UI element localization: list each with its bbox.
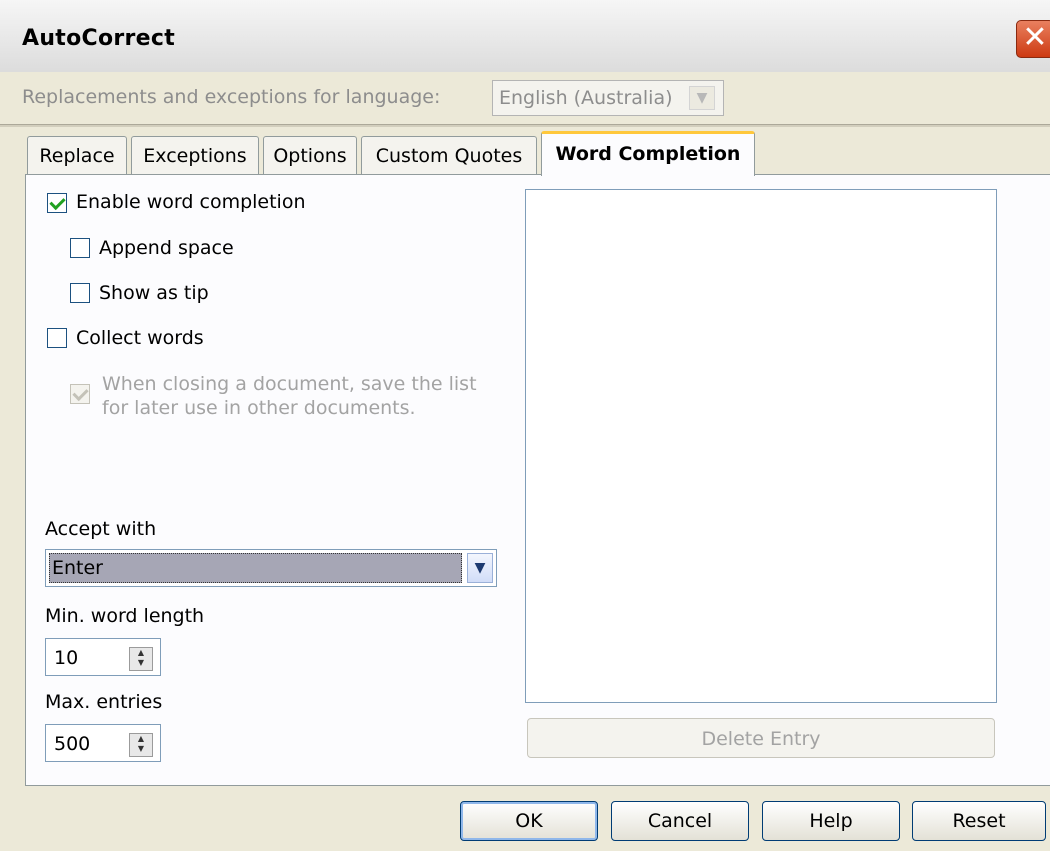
chevron-down-icon: ▼ bbox=[689, 86, 715, 110]
show-as-tip-label: Show as tip bbox=[99, 282, 209, 304]
reset-button[interactable]: Reset bbox=[912, 801, 1046, 841]
title-bar: AutoCorrect ✕ bbox=[0, 0, 1050, 73]
append-space-label: Append space bbox=[99, 237, 234, 259]
tab-exceptions[interactable]: Exceptions bbox=[131, 136, 259, 174]
tab-replace[interactable]: Replace bbox=[27, 136, 127, 174]
tab-custom-quotes[interactable]: Custom Quotes bbox=[361, 136, 537, 174]
dialog-title: AutoCorrect bbox=[22, 26, 176, 51]
accept-with-value: Enter bbox=[49, 553, 462, 583]
min-word-length-label: Min. word length bbox=[45, 605, 205, 627]
accept-with-label: Accept with bbox=[45, 518, 157, 540]
enable-word-completion-checkbox[interactable] bbox=[47, 193, 67, 213]
min-word-length-stepper[interactable]: 10 ▲ ▼ bbox=[45, 638, 161, 676]
ok-button[interactable]: OK bbox=[460, 801, 598, 841]
enable-word-completion-text: Enable word completion bbox=[76, 191, 306, 213]
tab-options[interactable]: Options bbox=[263, 136, 357, 174]
save-list-label-line2: for later use in other documents. bbox=[102, 397, 416, 419]
close-icon: ✕ bbox=[1022, 20, 1048, 55]
save-list-checkbox bbox=[70, 384, 90, 404]
tab-word-completion[interactable]: Word Completion bbox=[541, 131, 755, 176]
collect-words-checkbox[interactable] bbox=[47, 328, 67, 348]
close-button[interactable]: ✕ bbox=[1016, 20, 1050, 58]
max-entries-value: 500 bbox=[54, 733, 91, 755]
cancel-button[interactable]: Cancel bbox=[611, 801, 749, 841]
language-value: English (Australia) bbox=[499, 87, 673, 109]
enable-word-completion-label: Enable word completion bbox=[76, 191, 306, 213]
min-word-length-value: 10 bbox=[54, 647, 79, 669]
help-button[interactable]: Help bbox=[762, 801, 900, 841]
separator bbox=[0, 124, 1050, 127]
delete-entry-button: Delete Entry bbox=[527, 718, 995, 758]
autocorrect-dialog: AutoCorrect ✕ Replacements and exception… bbox=[0, 0, 1050, 851]
language-select: English (Australia) ▼ bbox=[492, 80, 724, 116]
show-as-tip-checkbox[interactable] bbox=[70, 283, 90, 303]
spin-arrows-icon[interactable]: ▲ ▼ bbox=[129, 647, 153, 671]
max-entries-stepper[interactable]: 500 ▲ ▼ bbox=[45, 724, 161, 762]
language-label: Replacements and exceptions for language… bbox=[22, 86, 441, 108]
max-entries-label: Max. entries bbox=[45, 691, 163, 713]
collect-words-label: Collect words bbox=[76, 327, 204, 349]
accept-with-select[interactable]: Enter ▼ bbox=[45, 549, 497, 587]
spin-arrows-icon[interactable]: ▲ ▼ bbox=[129, 733, 153, 757]
save-list-label-line1: When closing a document, save the list bbox=[102, 373, 477, 395]
chevron-down-icon[interactable]: ▼ bbox=[467, 553, 493, 583]
append-space-checkbox[interactable] bbox=[70, 238, 90, 258]
word-list[interactable] bbox=[525, 189, 997, 703]
